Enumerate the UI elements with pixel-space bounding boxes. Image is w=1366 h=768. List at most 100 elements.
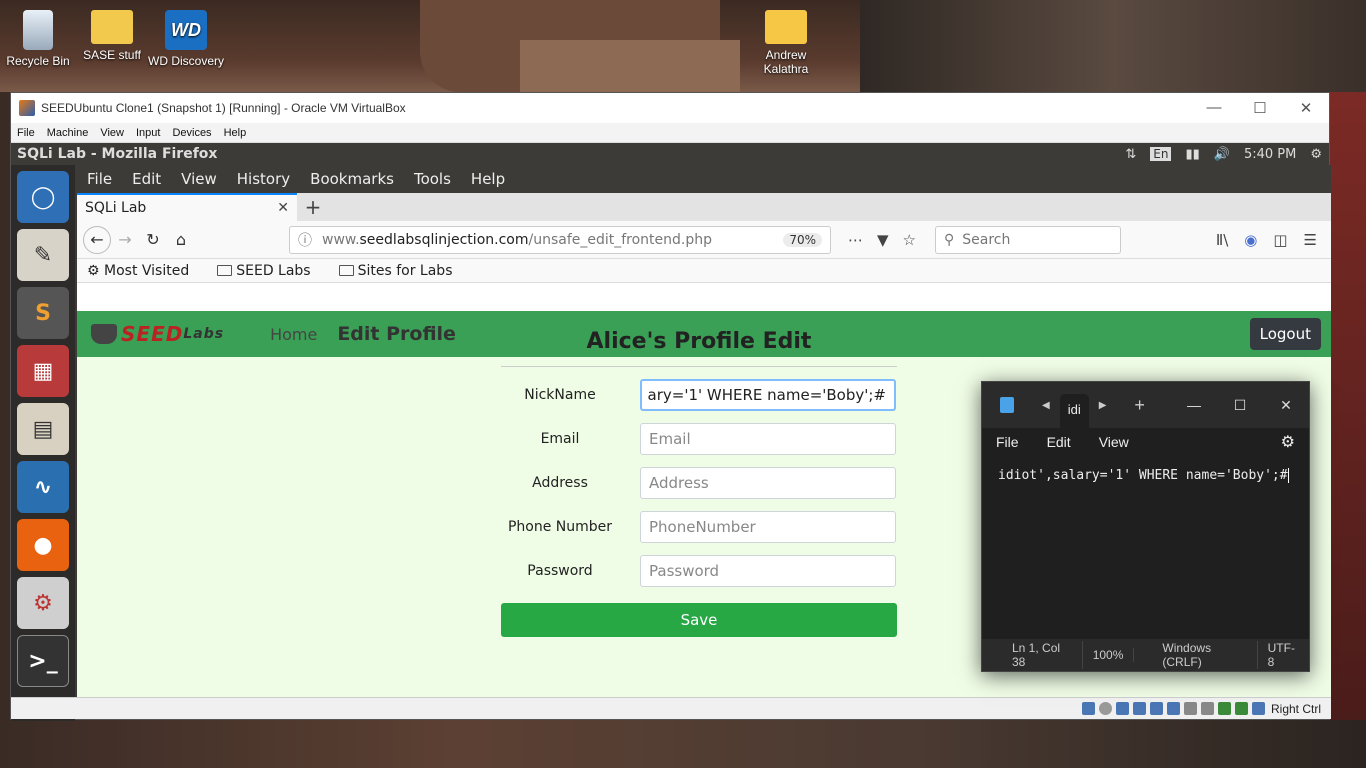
hamburger-menu-icon[interactable]: ☰ bbox=[1304, 231, 1317, 249]
settings-gear-icon[interactable]: ⚙ bbox=[1281, 432, 1295, 452]
seed-labs-logo[interactable]: SEED Labs bbox=[91, 322, 224, 346]
recording-icon[interactable] bbox=[1200, 702, 1214, 715]
np-menu-view[interactable]: View bbox=[1099, 434, 1129, 450]
vbox-menu-view[interactable]: View bbox=[94, 127, 130, 139]
search-input[interactable]: ⚲ Search bbox=[935, 225, 1121, 254]
keyboard-layout[interactable]: En bbox=[1150, 147, 1172, 161]
url-bar[interactable]: ⓘ www. seedlabsqlinjection.com/unsafe_edi… bbox=[289, 225, 831, 254]
vbox-menu-help[interactable]: Help bbox=[218, 127, 253, 139]
back-button[interactable]: ← bbox=[83, 225, 111, 254]
clock[interactable]: 5:40 PM bbox=[1244, 147, 1296, 162]
page-actions-icon[interactable]: ⋯ bbox=[848, 231, 863, 249]
ff-menu-tools[interactable]: Tools bbox=[404, 170, 461, 188]
text-editor-icon[interactable]: ✎ bbox=[17, 229, 69, 281]
notepad-text-area[interactable]: idiot',salary='1' WHERE name='Boby';# bbox=[982, 456, 1309, 639]
audio-icon[interactable] bbox=[1115, 702, 1129, 715]
nav-home-link[interactable]: Home bbox=[270, 325, 317, 344]
phone-input[interactable]: PhoneNumber bbox=[640, 511, 896, 543]
ff-menu-help[interactable]: Help bbox=[461, 170, 515, 188]
ff-menu-file[interactable]: File bbox=[77, 170, 122, 188]
vbox-menu-machine[interactable]: Machine bbox=[41, 127, 95, 139]
terminal-red-icon[interactable]: ▦ bbox=[17, 345, 69, 397]
sidebar-icon[interactable]: ◫ bbox=[1273, 231, 1287, 249]
maximize-button[interactable]: ☐ bbox=[1217, 397, 1263, 414]
forward-button[interactable]: → bbox=[111, 226, 139, 254]
email-input[interactable]: Email bbox=[640, 423, 896, 455]
minimize-button[interactable]: — bbox=[1171, 397, 1217, 414]
vbox-menu-file[interactable]: File bbox=[11, 127, 41, 139]
save-button[interactable]: Save bbox=[501, 603, 897, 637]
cpu-icon[interactable] bbox=[1217, 702, 1231, 715]
new-tab-button[interactable]: + bbox=[1134, 395, 1145, 416]
form-row-password: Password Password bbox=[501, 555, 897, 587]
optical-drive-icon[interactable] bbox=[1098, 702, 1112, 715]
virtualbox-titlebar[interactable]: SEEDUbuntu Clone1 (Snapshot 1) [Running]… bbox=[11, 93, 1329, 123]
minimize-button[interactable]: — bbox=[1191, 99, 1237, 117]
close-tab-icon[interactable]: ✕ bbox=[277, 200, 289, 216]
network-adapter-icon[interactable] bbox=[1132, 702, 1146, 715]
home-button[interactable]: ⌂ bbox=[167, 226, 195, 254]
address-input[interactable]: Address bbox=[640, 467, 896, 499]
volume-icon[interactable]: 🔊 bbox=[1214, 147, 1230, 162]
site-info-icon[interactable]: ⓘ bbox=[298, 230, 312, 250]
bookmark-sites-for-labs[interactable]: Sites for Labs bbox=[338, 262, 467, 279]
zoom-indicator[interactable]: 70% bbox=[783, 232, 822, 247]
reload-button[interactable]: ↻ bbox=[139, 226, 167, 254]
close-button[interactable]: ✕ bbox=[1283, 99, 1329, 117]
library-icon[interactable]: Ⅱ\ bbox=[1216, 231, 1228, 249]
bookmark-most-visited[interactable]: ⚙ Most Visited bbox=[87, 263, 203, 279]
tab-sqli-lab[interactable]: SQLi Lab ✕ bbox=[77, 193, 297, 221]
np-menu-edit[interactable]: Edit bbox=[1047, 434, 1071, 450]
pocket-icon[interactable]: ▼ bbox=[877, 231, 889, 249]
usb-icon[interactable] bbox=[1149, 702, 1163, 715]
wd-discovery-icon: WD bbox=[165, 10, 207, 50]
display-icon[interactable] bbox=[1183, 702, 1197, 715]
virtualbox-title: SEEDUbuntu Clone1 (Snapshot 1) [Running]… bbox=[41, 101, 406, 115]
ff-menu-history[interactable]: History bbox=[227, 170, 300, 188]
notepad-titlebar[interactable]: ◀ idi ▶ + — ☐ ✕ bbox=[982, 382, 1309, 428]
shared-folders-icon[interactable] bbox=[1166, 702, 1180, 715]
system-settings-icon[interactable]: ⚙ bbox=[17, 577, 69, 629]
extension-icon[interactable]: ◉ bbox=[1244, 231, 1257, 249]
wireshark-icon[interactable]: ∿ bbox=[17, 461, 69, 513]
np-menu-file[interactable]: File bbox=[996, 434, 1019, 450]
maximize-button[interactable]: ☐ bbox=[1237, 99, 1283, 117]
ubuntu-dash-icon[interactable]: ◯ bbox=[17, 171, 69, 223]
file-manager-icon[interactable]: ▤ bbox=[17, 403, 69, 455]
sublime-text-icon[interactable]: S bbox=[17, 287, 69, 339]
bookmark-star-icon[interactable]: ☆ bbox=[903, 231, 916, 249]
hdd-icon[interactable] bbox=[1081, 702, 1095, 715]
terminal-icon[interactable]: >_ bbox=[17, 635, 69, 687]
notepad-tab[interactable]: idi bbox=[1059, 394, 1089, 428]
firefox-icon[interactable]: ● bbox=[17, 519, 69, 571]
desktop-icon-sase-stuff[interactable]: SASE stuff bbox=[74, 10, 150, 62]
nickname-label: NickName bbox=[524, 387, 596, 403]
mouse-integration-icon[interactable] bbox=[1234, 702, 1248, 715]
scroll-tabs-left-icon[interactable]: ◀ bbox=[1042, 400, 1050, 411]
desktop-icon-wd-discovery[interactable]: WD WD Discovery bbox=[148, 10, 224, 68]
network-icon[interactable]: ⇅ bbox=[1125, 147, 1136, 162]
password-input[interactable]: Password bbox=[640, 555, 896, 587]
bookmark-label: Sites for Labs bbox=[357, 262, 453, 279]
bookmark-seed-labs[interactable]: SEED Labs bbox=[217, 263, 324, 279]
vbox-menu-input[interactable]: Input bbox=[130, 127, 166, 139]
nav-edit-profile-link[interactable]: Edit Profile bbox=[337, 323, 456, 345]
logo-text: SEED bbox=[121, 322, 184, 346]
desktop-icon-label: SASE stuff bbox=[83, 48, 141, 62]
ff-menu-view[interactable]: View bbox=[171, 170, 227, 188]
notepad-icon bbox=[1000, 397, 1014, 413]
settings-gear-icon[interactable]: ⚙ bbox=[1310, 147, 1322, 162]
desktop-icon-andrew-kalathra[interactable]: Andrew Kalathra bbox=[748, 10, 824, 76]
tab-strip: SQLi Lab ✕ + bbox=[77, 193, 1331, 221]
logout-button[interactable]: Logout bbox=[1249, 318, 1321, 350]
close-button[interactable]: ✕ bbox=[1263, 397, 1309, 414]
vbox-menu-devices[interactable]: Devices bbox=[166, 127, 217, 139]
ff-menu-edit[interactable]: Edit bbox=[122, 170, 171, 188]
new-tab-button[interactable]: + bbox=[297, 193, 329, 221]
desktop-icon-recycle-bin[interactable]: Recycle Bin bbox=[0, 10, 76, 68]
keyboard-icon[interactable] bbox=[1251, 702, 1265, 715]
nickname-input[interactable]: ary='1' WHERE name='Boby';# bbox=[640, 379, 896, 411]
ff-menu-bookmarks[interactable]: Bookmarks bbox=[300, 170, 404, 188]
scroll-tabs-right-icon[interactable]: ▶ bbox=[1099, 400, 1107, 411]
battery-icon[interactable]: ▮▮ bbox=[1185, 147, 1199, 162]
